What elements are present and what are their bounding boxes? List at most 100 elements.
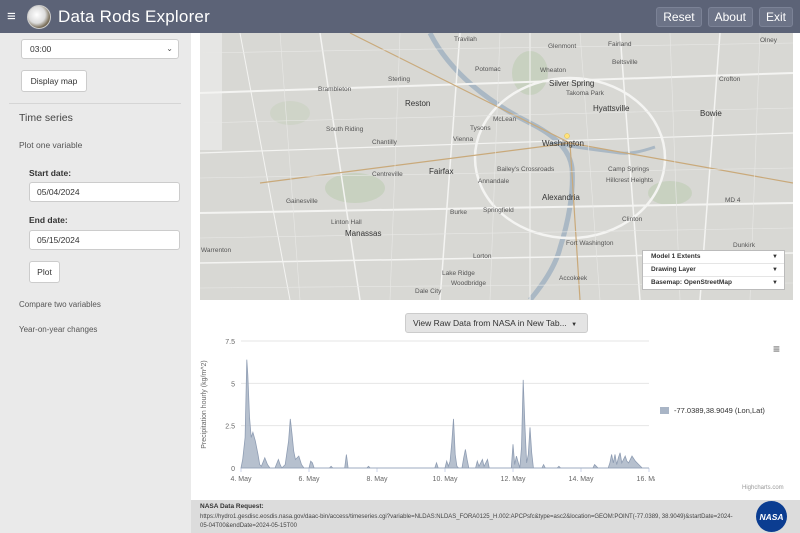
map-label: South Riding — [326, 126, 364, 133]
map-label: MD 4 — [725, 197, 741, 204]
x-tick-label: 14. May — [569, 476, 594, 483]
plot-one-variable-link[interactable]: Plot one variable — [19, 140, 82, 150]
map-label: Hillcrest Heights — [606, 177, 653, 184]
y-tick-label: 5 — [231, 381, 235, 388]
caret-down-icon[interactable]: ▼ — [772, 277, 778, 289]
end-date-label: End date: — [29, 215, 68, 225]
display-map-button[interactable]: Display map — [21, 70, 87, 92]
map-label: Chantilly — [372, 139, 397, 146]
map-label: Centreville — [372, 171, 403, 178]
map-label: Tysons — [470, 125, 491, 132]
map-label: Dale City — [415, 288, 442, 295]
y-tick-label: 0 — [231, 466, 235, 473]
time-select-value: 03:00 — [30, 44, 52, 54]
chart-legend[interactable]: -77.0389,38.9049 (Lon,Lat) — [660, 406, 765, 415]
map-label: Warrenton — [201, 247, 232, 254]
map-label: Alexandria — [542, 193, 580, 202]
chart-menu-icon[interactable]: ≡ — [773, 343, 780, 355]
series-area — [240, 359, 649, 469]
start-date-label: Start date: — [29, 168, 72, 178]
map-label: Fairland — [608, 41, 632, 48]
chevron-down-icon: ⌄ — [166, 44, 173, 53]
x-tick-label: 8. May — [366, 476, 388, 483]
map-label: Gainesville — [286, 198, 318, 205]
app-logo — [27, 4, 51, 29]
time-select[interactable]: 03:00 ⌄ — [21, 39, 179, 59]
app-title: Data Rods Explorer — [58, 6, 210, 26]
start-date-input[interactable]: 05/04/2024 — [29, 182, 180, 202]
map-label: Brambleton — [318, 86, 352, 93]
y-tick-label: 7.5 — [225, 339, 235, 346]
layer-label: Drawing Layer — [651, 266, 696, 273]
footer: NASA Data Request: https://hydro1.gesdis… — [191, 500, 800, 533]
reset-button[interactable]: Reset — [656, 7, 702, 27]
plot-button[interactable]: Plot — [29, 261, 60, 283]
nasa-request-url[interactable]: https://hydro1.gesdisc.eosdis.nasa.gov/d… — [200, 513, 740, 531]
legend-swatch — [660, 407, 669, 414]
layer-row-model-extents[interactable]: Model 1 Extents ▼ — [643, 251, 784, 264]
exit-button[interactable]: Exit — [758, 7, 793, 27]
x-tick-label: 10. May — [433, 476, 458, 483]
map-label: Lake Ridge — [442, 270, 475, 277]
map-label: Annandale — [478, 178, 510, 185]
map-label: Camp Springs — [608, 166, 650, 173]
map-label: Burke — [450, 209, 467, 216]
x-tick-label: 12. May — [501, 476, 526, 483]
map-label: Linton Hall — [331, 219, 362, 226]
layer-label: Basemap: OpenStreetMap — [651, 279, 732, 286]
year-on-year-link[interactable]: Year-on-year changes — [19, 325, 97, 334]
map-label: Woodbridge — [451, 280, 486, 287]
divider — [9, 103, 181, 104]
view-raw-data-button[interactable]: View Raw Data from NASA in New Tab... ▼ — [405, 313, 588, 333]
map-label: Accokeek — [559, 275, 588, 282]
app-header: ≡ Data Rods Explorer Reset About Exit — [0, 0, 800, 33]
map-label: Sterling — [388, 76, 411, 83]
compare-two-variables-link[interactable]: Compare two variables — [19, 300, 101, 309]
section-title: Time series — [19, 112, 73, 124]
nasa-logo: NASA — [756, 501, 787, 532]
map-label: Beltsville — [612, 59, 638, 66]
x-tick-label: 6. May — [298, 476, 320, 483]
map-label: Washington — [542, 139, 584, 148]
map-label: Clinton — [622, 216, 643, 223]
map-label: Bowie — [700, 109, 722, 118]
caret-down-icon: ▼ — [571, 322, 578, 328]
map-label: Glenmont — [548, 43, 577, 50]
map-label: Crofton — [719, 76, 741, 83]
map-label: Fort Washington — [566, 240, 614, 247]
layer-panel: Model 1 Extents ▼ Drawing Layer ▼ Basema… — [642, 250, 785, 290]
map-label: Dunkirk — [733, 242, 756, 249]
map-label: Reston — [405, 99, 431, 108]
y-axis-label: Precipitation hourly (kg/m^2) — [201, 360, 208, 448]
map-label: Wheaton — [540, 67, 567, 74]
map-label: Bailey's Crossroads — [497, 166, 555, 173]
caret-down-icon[interactable]: ▼ — [772, 251, 778, 263]
layer-label: Model 1 Extents — [651, 253, 701, 260]
footer-title: NASA Data Request: — [200, 503, 264, 510]
map-label: Fairfax — [429, 167, 454, 176]
map-label: Springfield — [483, 207, 514, 214]
map-view[interactable]: Travilah Glenmont Fairland Olney Potomac… — [200, 33, 793, 300]
about-button[interactable]: About — [707, 7, 753, 27]
map-label: Manassas — [345, 229, 382, 238]
map-label: Silver Spring — [549, 79, 595, 88]
layer-row-drawing-layer[interactable]: Drawing Layer ▼ — [643, 264, 784, 277]
caret-down-icon[interactable]: ▼ — [772, 264, 778, 276]
map-label: Takoma Park — [566, 90, 604, 97]
x-tick-label: 4. May — [230, 476, 252, 483]
precipitation-chart: 0 2.5 5 7.5 4. May 6. May 8. May 10. May 12. May… — [201, 339, 655, 483]
hamburger-menu-icon[interactable]: ≡ — [7, 8, 21, 25]
layer-row-basemap[interactable]: Basemap: OpenStreetMap ▼ — [643, 277, 784, 289]
highcharts-credits[interactable]: Highcharts.com — [742, 485, 784, 491]
end-date-input[interactable]: 05/15/2024 — [29, 230, 180, 250]
map-label: Lorton — [473, 253, 492, 260]
legend-label: -77.0389,38.9049 (Lon,Lat) — [674, 406, 765, 415]
view-raw-data-label: View Raw Data from NASA in New Tab... — [413, 318, 567, 328]
header-buttons: Reset About Exit — [656, 7, 793, 27]
map-label: Hyattsville — [593, 104, 630, 113]
map-label: Olney — [760, 37, 777, 44]
x-tick-label: 16. May — [637, 476, 655, 483]
map-label: Vienna — [453, 136, 474, 143]
map-label: Potomac — [475, 66, 501, 73]
sidebar: 03:00 ⌄ Display map Time series Plot one… — [0, 33, 191, 533]
